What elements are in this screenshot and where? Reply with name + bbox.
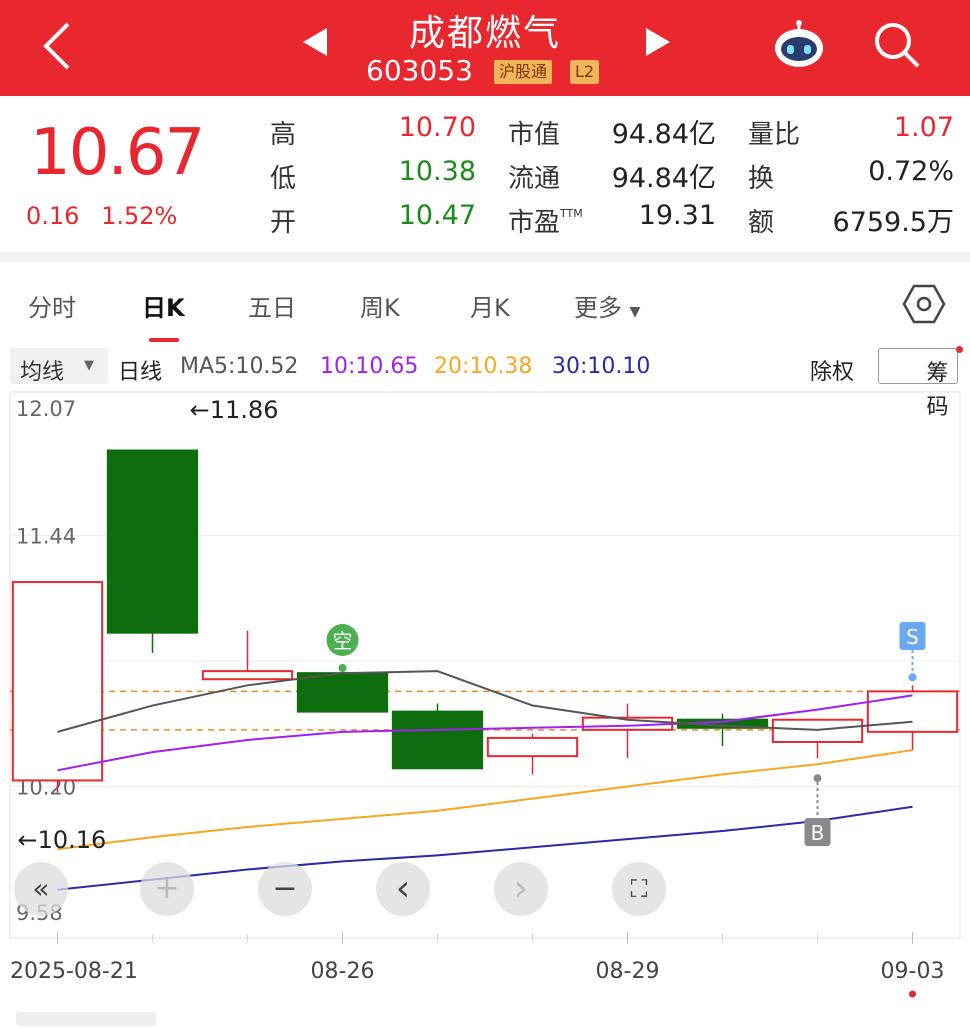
min-price-label: ←10.16 bbox=[18, 826, 107, 854]
tab-five-day[interactable]: 五日 bbox=[248, 288, 296, 323]
assistant-robot-icon[interactable] bbox=[772, 20, 826, 70]
ma-selector[interactable]: 均线 ▼ bbox=[10, 348, 108, 385]
top-bar: 成都燃气 603053 沪股通 L2 bbox=[0, 0, 970, 96]
price-change: 0.16 1.52% bbox=[26, 202, 177, 230]
amount-label: 额 bbox=[748, 208, 775, 238]
pe-value: 19.31 bbox=[638, 200, 716, 231]
last-price: 10.67 bbox=[30, 116, 205, 190]
ma5-value: MA5:10.52 bbox=[180, 354, 299, 379]
mcap-label: 市值 bbox=[508, 120, 561, 150]
candle-body[interactable] bbox=[486, 736, 579, 758]
tab-daily-k[interactable]: 日K bbox=[142, 288, 185, 323]
ma-selector-label: 均线 bbox=[20, 360, 65, 385]
caret-down-icon: ▼ bbox=[629, 304, 641, 320]
scroll-right-button[interactable]: › bbox=[494, 862, 548, 916]
mcap-value: 94.84亿 bbox=[611, 119, 716, 150]
pe-label: 市盈TTM bbox=[508, 202, 583, 239]
notification-dot bbox=[956, 346, 963, 353]
sell-marker-label: S bbox=[906, 625, 919, 649]
ma-legend-bar: 均线 ▼ 日线 MA5:10.52 10:10.65 20:10.38 30:1… bbox=[0, 346, 970, 420]
y-tick-label: 11.44 bbox=[16, 525, 76, 549]
ma30-value: 30:10.10 bbox=[552, 354, 651, 379]
candle-body[interactable] bbox=[771, 718, 864, 743]
chips-button[interactable]: 筹码 bbox=[878, 348, 958, 420]
change-value: 0.16 bbox=[26, 202, 80, 230]
vol-ratio-value: 1.07 bbox=[893, 112, 954, 143]
turnover-value: 0.72% bbox=[868, 156, 954, 187]
candle-body[interactable] bbox=[391, 710, 484, 770]
high-value: 10.70 bbox=[398, 112, 476, 143]
zoom-in-button[interactable]: + bbox=[140, 862, 194, 916]
short-marker-dot bbox=[338, 664, 347, 672]
active-tab-indicator bbox=[149, 338, 179, 342]
change-percent: 1.52% bbox=[101, 202, 178, 230]
float-value: 94.84亿 bbox=[611, 163, 716, 194]
buy-marker-label: B bbox=[811, 821, 825, 845]
buy-marker-dot bbox=[813, 774, 822, 783]
x-tick-label: 2025-08-21 bbox=[10, 959, 138, 984]
kline-svg[interactable]: 12.0711.4410.8210.209.582025-08-2108-260… bbox=[0, 390, 970, 1024]
candle-body[interactable] bbox=[866, 690, 959, 733]
x-tick-label: 09-03 bbox=[881, 959, 945, 984]
scroll-left-button[interactable]: ‹ bbox=[376, 862, 430, 916]
open-value: 10.47 bbox=[398, 200, 476, 231]
stock-code: 603053 bbox=[366, 54, 473, 87]
tab-more[interactable]: 更多 ▼ bbox=[574, 288, 640, 323]
current-date-dot bbox=[909, 990, 916, 998]
candle-body[interactable] bbox=[11, 581, 104, 782]
amount-value: 6759.5万 bbox=[832, 207, 954, 238]
short-marker-label: 空 bbox=[333, 629, 353, 653]
quote-panel: 10.67 0.16 1.52% 高 10.70 低 10.38 开 10.47… bbox=[0, 96, 970, 256]
tab-monthly-k[interactable]: 月K bbox=[470, 288, 510, 323]
low-label: 低 bbox=[270, 164, 297, 194]
high-label: 高 bbox=[270, 120, 297, 150]
ma10-value: 10:10.65 bbox=[320, 354, 419, 379]
candle-body[interactable] bbox=[106, 449, 199, 634]
float-label: 流通 bbox=[508, 164, 561, 194]
settings-icon[interactable] bbox=[902, 282, 946, 326]
max-price-label: ←11.86 bbox=[190, 396, 279, 424]
candle-body[interactable] bbox=[201, 670, 294, 681]
next-stock-icon[interactable] bbox=[646, 28, 670, 56]
search-icon[interactable] bbox=[872, 20, 922, 70]
x-tick-label: 08-26 bbox=[311, 959, 375, 984]
pe-label-text: 市盈 bbox=[508, 208, 561, 238]
vol-ratio-label: 量比 bbox=[748, 120, 801, 150]
level2-badge: L2 bbox=[570, 60, 600, 84]
y-tick-label: 12.07 bbox=[16, 397, 76, 421]
caret-down-icon: ▼ bbox=[84, 358, 94, 373]
ex-rights-button[interactable]: 除权 bbox=[810, 354, 854, 386]
period-tabs: 分时 日K 五日 周K 月K 更多 ▼ bbox=[0, 262, 970, 342]
turnover-label: 换 bbox=[748, 164, 775, 194]
section-divider bbox=[0, 252, 970, 262]
sell-marker-dot bbox=[908, 673, 917, 682]
ma-period: 日线 bbox=[118, 360, 163, 385]
fullscreen-button[interactable]: ⛶ bbox=[612, 862, 666, 916]
ma20-line bbox=[57, 749, 913, 851]
ma20-value: 20:10.38 bbox=[434, 354, 533, 379]
x-tick-label: 08-29 bbox=[596, 959, 660, 984]
kline-chart[interactable]: 12.0711.4410.8210.209.582025-08-2108-260… bbox=[0, 390, 970, 1024]
tab-more-label: 更多 bbox=[574, 294, 622, 322]
low-value: 10.38 bbox=[398, 156, 476, 187]
pe-ttm: TTM bbox=[560, 207, 583, 220]
connect-badge: 沪股通 bbox=[494, 60, 553, 84]
candle-body[interactable] bbox=[296, 672, 389, 713]
open-label: 开 bbox=[270, 208, 297, 238]
zoom-out-button[interactable]: − bbox=[258, 862, 312, 916]
jump-start-button[interactable]: « bbox=[14, 862, 68, 916]
tab-weekly-k[interactable]: 周K bbox=[360, 288, 400, 323]
tab-intraday[interactable]: 分时 bbox=[28, 288, 76, 323]
